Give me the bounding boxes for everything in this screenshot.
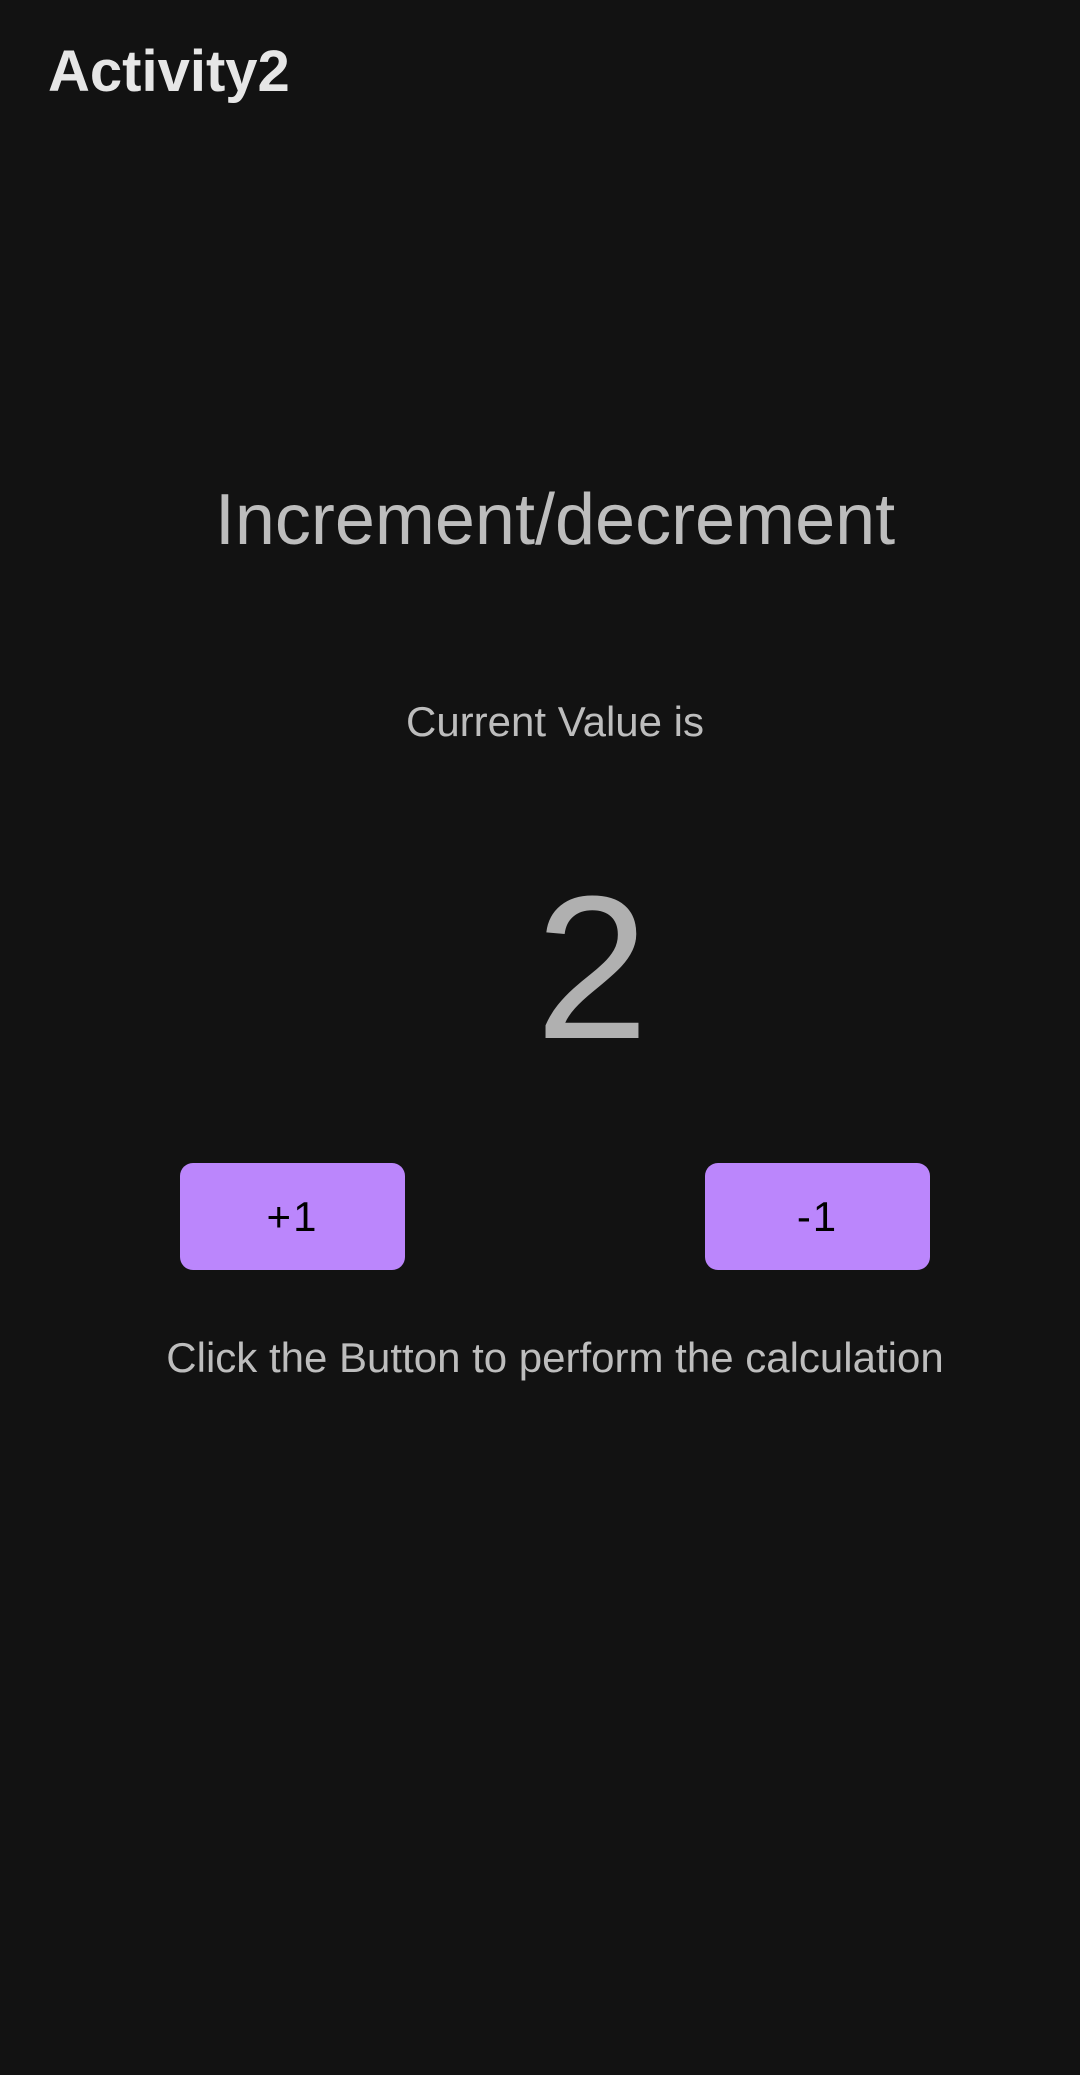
- decrement-button[interactable]: -1: [705, 1163, 930, 1270]
- headline: Increment/decrement: [214, 480, 896, 560]
- increment-button[interactable]: +1: [180, 1163, 405, 1270]
- app-title: Activity2: [48, 39, 290, 104]
- current-value-label: Current Value is: [405, 698, 705, 745]
- hint-text: Click the Button to perform the calculat…: [166, 1334, 944, 1381]
- current-value: 2: [535, 854, 649, 1082]
